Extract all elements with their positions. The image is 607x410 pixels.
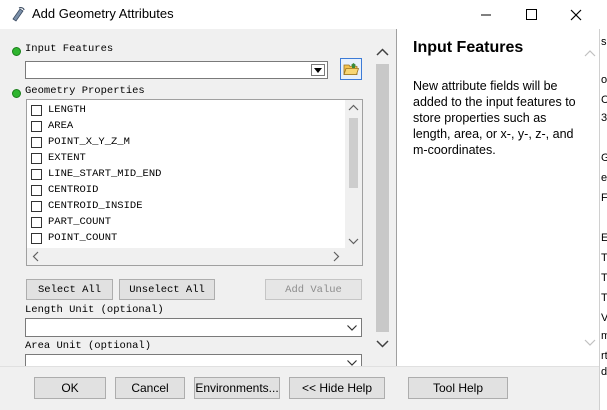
input-features-label: Input Features bbox=[25, 43, 114, 55]
background-text-fragment: dr bbox=[601, 366, 607, 378]
geometry-property-label: POINT_COUNT bbox=[48, 232, 118, 244]
geometry-property-label: PART_COUNT bbox=[48, 216, 112, 228]
background-text-fragment: T bbox=[601, 272, 607, 284]
checkbox[interactable] bbox=[31, 120, 42, 132]
window-title: Add Geometry Attributes bbox=[32, 6, 174, 21]
checkbox[interactable] bbox=[31, 136, 42, 148]
ok-button[interactable]: OK bbox=[34, 377, 106, 399]
required-indicator-icon bbox=[12, 89, 21, 98]
geometry-properties-list[interactable]: LENGTH AREA POINT_X_Y_Z_M EXTENT LINE_START_… bbox=[26, 99, 363, 266]
geometry-property-label: POINT_X_Y_Z_M bbox=[48, 136, 130, 148]
open-folder-icon bbox=[343, 63, 359, 75]
background-text-fragment: C bbox=[601, 94, 607, 106]
background-window-edge: soC3DGeeaFeETTTVmrtdr bbox=[599, 29, 607, 410]
dialog-button-bar: OK Cancel Environments... << Hide Help T… bbox=[0, 366, 599, 410]
chevron-down-icon[interactable] bbox=[347, 325, 357, 331]
geometry-property-item[interactable]: LINE_START_MID_END bbox=[31, 166, 161, 182]
geometry-property-item[interactable]: POINT_X_Y_Z_M bbox=[31, 134, 130, 150]
checkbox[interactable] bbox=[31, 104, 42, 116]
list-scroll-thumb[interactable] bbox=[349, 118, 358, 188]
background-text-fragment: m bbox=[601, 330, 607, 342]
minimize-icon bbox=[480, 14, 491, 16]
scroll-down-icon[interactable] bbox=[374, 338, 391, 350]
add-geometry-attributes-dialog: Add Geometry Attributes Input Features G… bbox=[0, 0, 607, 410]
tool-help-button[interactable]: Tool Help bbox=[408, 377, 508, 399]
required-indicator-icon bbox=[12, 47, 21, 56]
parameters-scroll-thumb[interactable] bbox=[376, 64, 389, 332]
add-value-button[interactable]: Add Value bbox=[265, 279, 362, 300]
geometry-property-item[interactable]: POINT_COUNT bbox=[31, 230, 117, 246]
environments-button[interactable]: Environments... bbox=[194, 377, 280, 399]
geometry-property-label: CENTROID_INSIDE bbox=[48, 200, 143, 212]
geometry-property-item[interactable]: CENTROID_INSIDE bbox=[31, 198, 143, 214]
browse-button[interactable] bbox=[340, 58, 362, 80]
help-pane: Input Features New attribute fields will… bbox=[396, 29, 599, 366]
title-bar: Add Geometry Attributes bbox=[0, 0, 607, 29]
checkbox[interactable] bbox=[31, 232, 42, 244]
background-text-fragment: 3D bbox=[601, 112, 607, 124]
close-button[interactable] bbox=[553, 0, 599, 29]
geometry-property-item[interactable]: PART_COUNT bbox=[31, 214, 111, 230]
background-text-fragment: Ge bbox=[601, 152, 607, 164]
background-text-fragment: o bbox=[601, 74, 607, 86]
tool-icon bbox=[12, 7, 25, 22]
scroll-up-icon[interactable] bbox=[374, 46, 391, 58]
scroll-down-icon[interactable] bbox=[345, 235, 362, 247]
cancel-button[interactable]: Cancel bbox=[115, 377, 185, 399]
list-vertical-scrollbar[interactable] bbox=[345, 100, 362, 249]
scroll-up-icon[interactable] bbox=[345, 102, 362, 114]
geometry-property-item[interactable]: EXTENT bbox=[31, 150, 86, 166]
parameters-vertical-scrollbar[interactable] bbox=[374, 40, 391, 356]
checkbox[interactable] bbox=[31, 216, 42, 228]
geometry-property-item[interactable]: LENGTH bbox=[31, 102, 86, 118]
select-all-button[interactable]: Select All bbox=[26, 279, 113, 300]
help-scroll-down-icon[interactable] bbox=[584, 339, 596, 347]
checkbox[interactable] bbox=[31, 152, 42, 164]
background-text-fragment: T bbox=[601, 252, 607, 264]
checkbox[interactable] bbox=[31, 168, 42, 180]
geometry-property-label: LINE_START_MID_END bbox=[48, 168, 162, 180]
background-text-fragment: Fe bbox=[601, 192, 607, 204]
maximize-button[interactable] bbox=[508, 0, 554, 29]
help-scroll-up-icon[interactable] bbox=[584, 49, 596, 57]
geometry-property-label: AREA bbox=[48, 120, 74, 132]
input-features-dropdown[interactable] bbox=[25, 61, 328, 79]
help-description: New attribute fields will be added to th… bbox=[413, 79, 576, 157]
checkbox[interactable] bbox=[31, 200, 42, 212]
hide-help-button[interactable]: << Hide Help bbox=[289, 377, 385, 399]
geometry-property-label: EXTENT bbox=[48, 152, 86, 164]
geometry-property-item[interactable]: CENTROID bbox=[31, 182, 98, 198]
geometry-properties-label: Geometry Properties bbox=[25, 85, 145, 97]
geometry-property-label: LENGTH bbox=[48, 104, 86, 116]
list-horizontal-scrollbar[interactable] bbox=[27, 248, 362, 265]
background-text-fragment: ea bbox=[601, 172, 607, 184]
close-icon bbox=[570, 9, 582, 20]
maximize-icon bbox=[525, 9, 537, 20]
background-text-fragment: T bbox=[601, 292, 607, 304]
background-text-fragment: rt bbox=[601, 350, 607, 362]
scroll-left-icon[interactable] bbox=[30, 248, 42, 265]
area-unit-label: Area Unit (optional) bbox=[25, 340, 152, 352]
chevron-down-icon[interactable] bbox=[311, 64, 325, 76]
minimize-button[interactable] bbox=[463, 0, 509, 29]
checkbox[interactable] bbox=[31, 184, 42, 196]
background-text-fragment: s bbox=[601, 36, 607, 48]
geometry-property-item[interactable]: AREA bbox=[31, 118, 73, 134]
unselect-all-button[interactable]: Unselect All bbox=[119, 279, 215, 300]
geometry-property-label: CENTROID bbox=[48, 184, 99, 196]
background-text-fragment: E bbox=[601, 232, 607, 244]
help-title: Input Features bbox=[413, 39, 524, 56]
area-unit-dropdown[interactable] bbox=[25, 354, 362, 366]
length-unit-dropdown[interactable] bbox=[25, 318, 362, 337]
background-text-fragment: V bbox=[601, 312, 607, 324]
scroll-right-icon[interactable] bbox=[330, 248, 342, 265]
length-unit-label: Length Unit (optional) bbox=[25, 304, 164, 316]
